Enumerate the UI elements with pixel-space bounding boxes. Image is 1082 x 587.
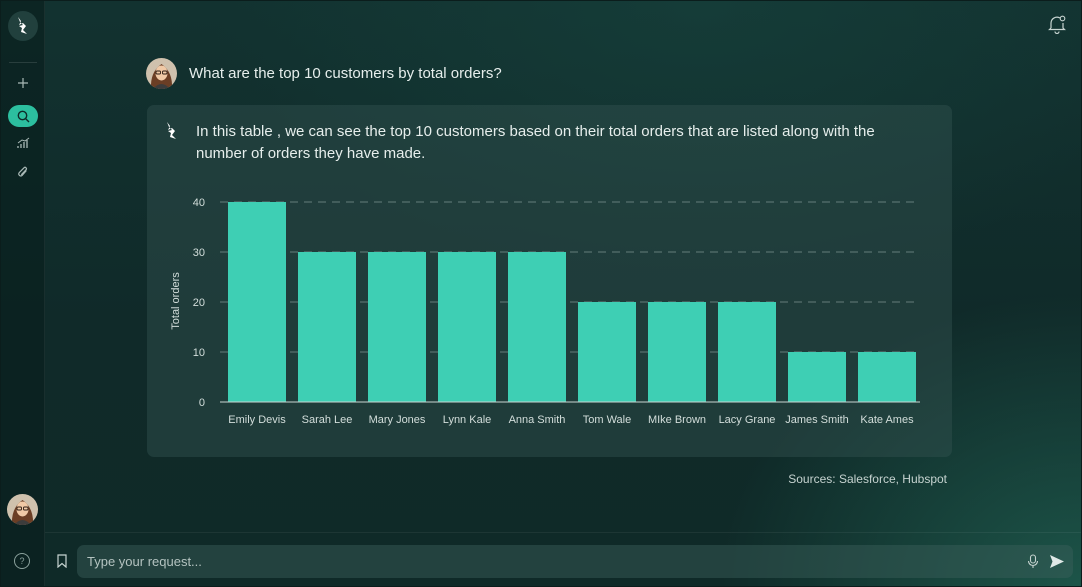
analytics-icon [16,137,29,148]
y-tick-label: 10 [193,347,205,359]
x-tick-label: MIke Brown [648,414,706,426]
chart-bar [788,352,846,402]
sidebar-item-analytics[interactable] [8,132,38,154]
sidebar-divider [9,62,37,63]
chart-bar [718,302,776,402]
user-avatar-image [7,494,38,525]
x-tick-label: James Smith [785,414,849,426]
message-avatar [146,57,177,89]
y-axis-label: Total orders [170,272,182,330]
bookmark-icon[interactable] [56,554,68,568]
x-tick-label: Mary Jones [369,414,426,426]
user-avatar-image [146,57,177,89]
chart-bar [298,252,356,402]
brand-logo-icon [18,17,27,34]
app-logo[interactable] [8,11,38,41]
help-icon: ? [19,556,25,566]
question-text: What are the top 10 customers by total o… [189,64,502,82]
user-avatar[interactable] [7,494,38,525]
x-tick-label: Kate Ames [860,414,914,426]
y-tick-label: 20 [193,297,205,309]
microphone-icon[interactable] [1027,554,1039,569]
user-message: What are the top 10 customers by total o… [146,57,502,89]
y-tick-label: 40 [193,197,205,209]
sidebar-item-search[interactable] [8,105,38,127]
x-tick-label: Lacy Grane [719,414,776,426]
chart-bar [368,252,426,402]
sources-text: Sources: Salesforce, Hubspot [788,472,947,486]
chart-bar [578,302,636,402]
x-tick-label: Lynn Kale [443,414,492,426]
search-icon [17,110,29,122]
orders-bar-chart: 0 10 20 30 40 Emily Devis Sarah Lee Mary Jones L… [170,197,920,426]
x-tick-label: Anna Smith [509,414,566,426]
new-chat-button[interactable] [8,72,38,94]
sidebar: ? [1,1,45,586]
chart-bar [858,352,916,402]
chart-bar [228,202,286,402]
x-tick-label: Sarah Lee [302,414,353,426]
assistant-answer-card: In this table , we can see the top 10 cu… [147,105,952,457]
chart-bar [438,252,496,402]
app-window: ? What are the top 10 customers by total… [0,0,1082,587]
x-tick-label: Tom Wale [583,414,632,426]
attachment-icon [18,166,27,176]
y-tick-label: 0 [199,397,205,409]
input-bar [45,532,1081,586]
x-tick-label: Emily Devis [228,414,286,426]
bell-icon [1048,15,1066,35]
plus-icon [18,78,28,88]
help-button[interactable]: ? [14,553,30,569]
sidebar-item-attachments[interactable] [8,161,38,183]
chart-bar [648,302,706,402]
request-box [77,545,1073,578]
send-icon[interactable] [1049,554,1065,569]
notifications-button[interactable] [1048,14,1066,35]
request-input[interactable] [87,545,1007,578]
y-tick-label: 30 [193,247,205,259]
chart-bar [508,252,566,402]
